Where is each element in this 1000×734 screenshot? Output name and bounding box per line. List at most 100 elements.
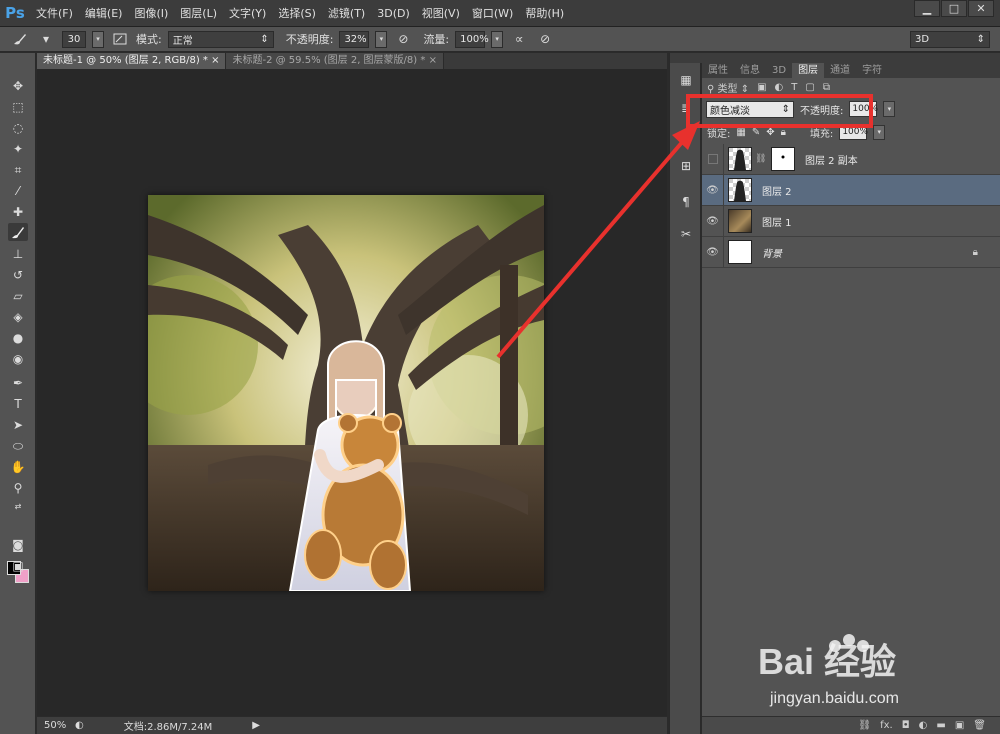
layer-thumbnail[interactable] <box>728 178 752 202</box>
paragraph-panel-icon[interactable]: ¶ <box>676 193 696 211</box>
link-icon[interactable]: ⛓ <box>755 154 766 164</box>
history-panel-icon[interactable]: ▦ <box>676 71 696 89</box>
visibility-toggle[interactable]: 👁︎ <box>702 174 724 206</box>
flow-field[interactable]: 100% <box>455 30 489 48</box>
menu-layer[interactable]: 图层(L) <box>174 0 223 27</box>
status-info-icon[interactable]: ◐ <box>75 720 84 731</box>
menu-view[interactable]: 视图(V) <box>416 0 466 27</box>
document-image[interactable] <box>148 195 544 591</box>
mode-select[interactable]: 正常 ⇕ <box>167 30 274 48</box>
trash-icon[interactable]: 🗑︎ <box>973 720 986 731</box>
opacity-field[interactable]: 32% <box>339 30 370 48</box>
visibility-toggle[interactable]: 👁︎ <box>702 236 724 268</box>
filter-type-icon[interactable]: T <box>791 82 797 93</box>
path-selection-tool-icon[interactable]: ➤ <box>8 416 28 434</box>
folder-icon[interactable]: ▬ <box>936 720 945 731</box>
layer-name[interactable]: 背景 <box>762 245 782 260</box>
paint-bucket-tool-icon[interactable]: ◈ <box>8 308 28 326</box>
workspace-select[interactable]: 3D ⇕ <box>910 31 990 48</box>
menu-edit[interactable]: 编辑(E) <box>79 0 129 27</box>
lock-transparent-icon[interactable]: ▦ <box>736 127 745 138</box>
pressure-opacity-icon[interactable]: ⊘ <box>393 30 413 48</box>
fill-dropdown[interactable]: ▾ <box>873 124 886 140</box>
chevron-down-icon[interactable]: ▾ <box>36 30 56 48</box>
layer-row-layer2[interactable]: 👁︎ 图层 2 <box>702 174 1000 206</box>
menu-type[interactable]: 文字(Y) <box>223 0 272 27</box>
maximize-button[interactable]: □ <box>941 0 967 17</box>
menu-file[interactable]: 文件(F) <box>30 0 79 27</box>
layer-name[interactable]: 图层 1 <box>762 214 792 229</box>
layer-thumbnail[interactable] <box>728 209 752 233</box>
lock-all-icon[interactable]: 🔒︎ <box>781 127 786 138</box>
close-button[interactable]: ✕ <box>968 0 994 17</box>
menu-window[interactable]: 窗口(W) <box>466 0 519 27</box>
pen-tool-icon[interactable]: ✒ <box>8 374 28 392</box>
tab-info[interactable]: 信息 <box>734 63 766 78</box>
healing-brush-tool-icon[interactable]: ✚ <box>8 203 28 221</box>
menu-filter[interactable]: 滤镜(T) <box>322 0 371 27</box>
dock-collapse-icon[interactable] <box>670 53 702 63</box>
crop-tool-icon[interactable]: ⌗ <box>8 161 28 179</box>
zoom-level[interactable]: 50% <box>37 720 71 731</box>
quick-mask-icon[interactable]: ◙ <box>8 536 28 554</box>
styles-panel-icon[interactable]: ⊞ <box>676 157 696 175</box>
layer-opacity-dropdown[interactable]: ▾ <box>883 101 896 117</box>
zoom-tool-icon[interactable]: ⚲ <box>8 479 28 497</box>
screen-mode-icon[interactable]: ▣ <box>8 557 28 575</box>
lock-position-icon[interactable]: ✥ <box>766 127 774 138</box>
tab-channels[interactable]: 通道 <box>824 63 856 78</box>
link-icon[interactable]: ⛓ <box>858 720 871 731</box>
status-menu-icon[interactable]: ▶ <box>252 720 260 731</box>
layer-thumbnail[interactable] <box>728 147 752 171</box>
layer-mask-thumbnail[interactable] <box>771 147 795 171</box>
opacity-dropdown[interactable]: ▾ <box>375 30 388 48</box>
filter-shape-icon[interactable]: ▢ <box>805 82 814 93</box>
filter-adjust-icon[interactable]: ◐ <box>775 82 784 93</box>
layer-thumbnail[interactable] <box>728 240 752 264</box>
brush-tool-icon[interactable] <box>8 223 28 241</box>
tool-presets-icon[interactable]: ✂ <box>676 225 696 243</box>
flow-dropdown[interactable]: ▾ <box>491 30 504 48</box>
airbrush-icon[interactable]: ∝ <box>509 30 529 48</box>
tab-character[interactable]: 字符 <box>856 63 888 78</box>
minimize-button[interactable]: ▁ <box>914 0 940 17</box>
hand-tool-icon[interactable]: ✋ <box>8 458 28 476</box>
new-layer-icon[interactable]: ▣ <box>955 720 964 731</box>
magic-wand-tool-icon[interactable]: ✦ <box>8 140 28 158</box>
brush-preset-icon[interactable] <box>10 30 30 48</box>
layer-name[interactable]: 图层 2 <box>762 183 792 198</box>
tab-properties[interactable]: 属性 <box>702 63 734 78</box>
mask-icon[interactable]: ◘ <box>902 720 910 731</box>
tab-document-2[interactable]: 未标题-2 @ 59.5% (图层 2, 图层蒙版/8) * × <box>226 53 444 69</box>
layer-name[interactable]: 图层 2 副本 <box>805 152 858 167</box>
filter-smart-icon[interactable]: ⧉ <box>823 82 830 93</box>
tab-3d[interactable]: 3D <box>766 63 792 78</box>
blur-tool-icon[interactable]: ● <box>8 329 28 347</box>
swatches-panel-icon[interactable]: ▤ <box>676 127 696 145</box>
close-icon[interactable]: × <box>429 55 437 66</box>
ellipse-tool-icon[interactable]: ⬭ <box>8 437 28 455</box>
history-brush-tool-icon[interactable]: ↺ <box>8 266 28 284</box>
brush-panel-icon[interactable] <box>110 30 130 48</box>
filter-kind-select[interactable]: ⚲ 类型 ⇕ <box>707 80 749 95</box>
lock-pixels-icon[interactable]: ✎ <box>752 127 760 138</box>
menu-help[interactable]: 帮助(H) <box>519 0 570 27</box>
type-tool-icon[interactable]: T <box>8 395 28 413</box>
dodge-tool-icon[interactable]: ◉ <box>8 350 28 368</box>
visibility-toggle[interactable]: 👁︎ <box>702 205 724 237</box>
swap-colors-icon[interactable]: ⇄ <box>8 497 28 515</box>
clone-stamp-tool-icon[interactable]: ⊥ <box>8 245 28 263</box>
menu-3d[interactable]: 3D(D) <box>371 0 416 27</box>
menu-select[interactable]: 选择(S) <box>272 0 322 27</box>
eyedropper-tool-icon[interactable]: ⁄ <box>8 182 28 200</box>
tab-document-1[interactable]: 未标题-1 @ 50% (图层 2, RGB/8) * × <box>37 53 227 69</box>
marquee-tool-icon[interactable]: ⬚ <box>8 98 28 116</box>
layer-row-background[interactable]: 👁︎ 背景 🔒︎ <box>702 236 1000 268</box>
close-icon[interactable]: × <box>211 55 219 66</box>
panel-collapse-bar[interactable] <box>702 53 1000 63</box>
fx-icon[interactable]: fx. <box>880 720 893 731</box>
layer-row-layer2-copy[interactable]: ⛓ 图层 2 副本 <box>702 143 1000 175</box>
brush-size-dropdown[interactable]: ▾ <box>92 30 104 48</box>
move-tool-icon[interactable]: ✥ <box>8 77 28 95</box>
adjustment-icon[interactable]: ◐ <box>919 720 928 731</box>
